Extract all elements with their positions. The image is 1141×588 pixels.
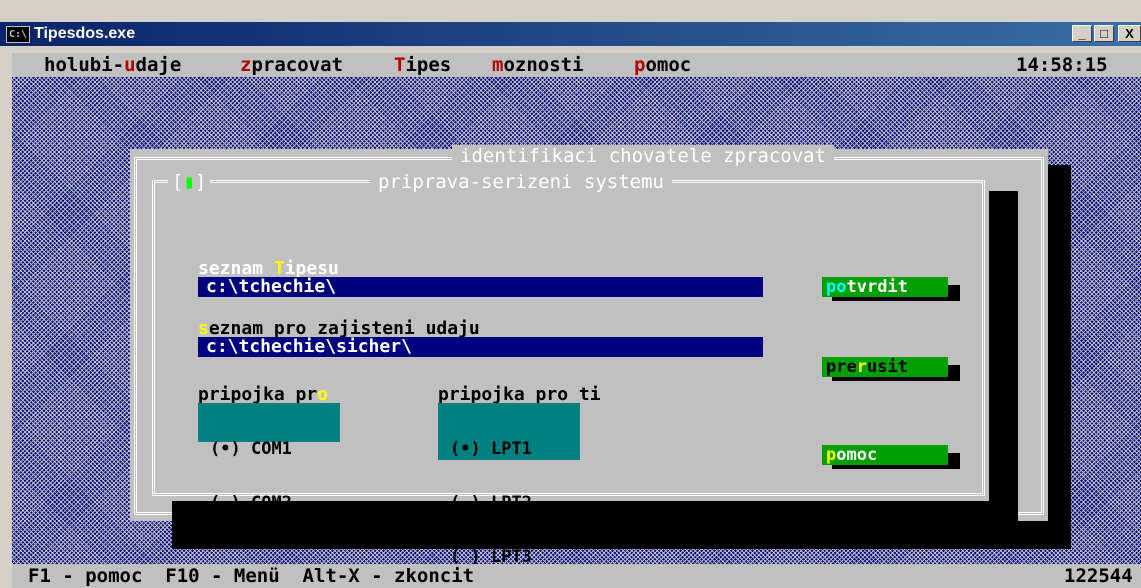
lpt2-radio[interactable]: ( ) LPT2 — [438, 494, 580, 512]
menu-item-tipes[interactable]: Tipes — [394, 53, 451, 77]
status-counter: 122544 — [1064, 565, 1133, 587]
status-bar: F1 - pomoc F10 - Menü Alt-X - zkoncit 12… — [12, 564, 1141, 588]
printer-port-label: pripojka pro ti — [438, 384, 601, 405]
console-area: holubi-udaje zpracovat Tipes moznosti po… — [12, 53, 1141, 588]
maximize-button[interactable]: □ — [1094, 25, 1114, 42]
menu-item-zpracovat[interactable]: zpracovat — [240, 53, 343, 77]
dialog-close-marker[interactable]: [▮] — [168, 171, 211, 193]
close-button[interactable]: X — [1118, 25, 1141, 42]
inner-dialog-shadow-right — [988, 191, 1018, 525]
console-icon: C:\ — [6, 26, 30, 43]
window-title: Tipesdos.exe — [34, 25, 136, 42]
menu-item-moznosti[interactable]: moznosti — [492, 53, 584, 77]
outer-dialog-title: identifikaci chovatele zpracovat — [452, 145, 835, 167]
menu-bar: holubi-udaje zpracovat Tipes moznosti po… — [12, 53, 1141, 77]
help-button[interactable]: pomoc — [822, 445, 948, 465]
application-window: C:\ Tipesdos.exe _ □ X holubi-udaje zpra… — [0, 0, 1141, 588]
lpt1-radio[interactable]: (•) LPT1 — [438, 440, 580, 458]
minimize-button[interactable]: _ — [1072, 25, 1092, 42]
com-port-radio-group: (•) COM1 ( ) COM2 — [198, 403, 340, 512]
inner-dialog-title: priprava-serizeni systemu — [370, 171, 672, 193]
com1-radio[interactable]: (•) COM1 — [198, 440, 340, 458]
title-bar[interactable]: C:\ Tipesdos.exe _ □ X — [0, 22, 1141, 46]
outer-dialog-shadow-right — [1048, 165, 1071, 549]
backup-path-input[interactable]: c:\tchechie\sicher\ — [198, 337, 763, 357]
inner-dialog: [▮] priprava-serizeni systemu seznam Tip… — [148, 171, 989, 566]
menu-item-holubi-udaje[interactable]: holubi-udaje — [44, 53, 181, 77]
tipes-path-input[interactable]: c:\tchechie\ — [198, 277, 763, 297]
com2-radio[interactable]: ( ) COM2 — [198, 494, 340, 512]
com-port-label: pripojka pro — [198, 384, 329, 405]
clock: 14:58:15 — [1016, 54, 1108, 76]
printer-port-radio-group: (•) LPT1 ( ) LPT2 ( ) LPT3 — [438, 403, 580, 566]
confirm-button[interactable]: potvrdit — [822, 277, 948, 297]
shortcut-hints: F1 - pomoc F10 - Menü Alt-X - zkoncit — [28, 565, 475, 587]
interrupt-button[interactable]: prerusit — [822, 357, 948, 377]
menu-item-pomoc[interactable]: pomoc — [634, 53, 691, 77]
desktop-background: identifikaci chovatele zpracovat [▮] pri… — [12, 77, 1141, 566]
